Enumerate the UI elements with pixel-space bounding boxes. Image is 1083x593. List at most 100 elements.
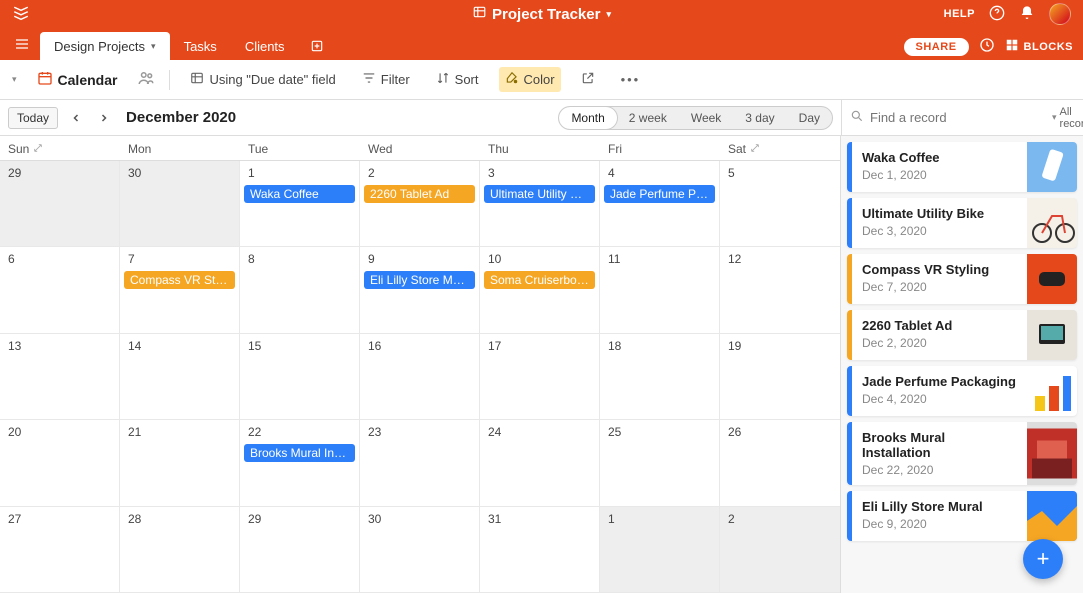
calendar-event[interactable]: 2260 Tablet Ad <box>364 185 475 203</box>
calendar-cell[interactable]: 10Soma Cruiserboard <box>480 247 600 333</box>
calendar-cell[interactable]: 17 <box>480 334 600 420</box>
range-option[interactable]: 3 day <box>733 107 786 129</box>
help-link[interactable]: HELP <box>944 8 975 20</box>
menu-icon[interactable] <box>10 32 34 56</box>
range-option[interactable]: Month <box>559 107 616 129</box>
calendar-cell[interactable]: 25 <box>600 420 720 506</box>
calendar-cell[interactable]: 27 <box>0 507 120 593</box>
calendar-cell[interactable]: 15 <box>240 334 360 420</box>
view-menu-caret-icon[interactable]: ▾ <box>12 74 17 85</box>
calendar-cell[interactable]: 3Ultimate Utility Bike <box>480 161 600 247</box>
calendar-cell[interactable]: 13 <box>0 334 120 420</box>
date-number: 8 <box>244 251 259 267</box>
calendar-event[interactable]: Waka Coffee <box>244 185 355 203</box>
calendar-event[interactable]: Eli Lilly Store Mural <box>364 271 475 289</box>
record-card[interactable]: Eli Lilly Store MuralDec 9, 2020 <box>847 491 1077 541</box>
record-title: Eli Lilly Store Mural <box>862 499 1017 514</box>
range-option[interactable]: Week <box>679 107 733 129</box>
date-number: 2 <box>724 511 739 527</box>
record-title: Ultimate Utility Bike <box>862 206 1017 221</box>
calendar-cell[interactable]: 28 <box>120 507 240 593</box>
find-record-input[interactable] <box>870 110 1046 125</box>
table-tab[interactable]: Tasks <box>170 32 231 60</box>
base-title[interactable]: Project Tracker <box>492 6 600 23</box>
calendar-cell[interactable]: 8 <box>240 247 360 333</box>
date-number: 11 <box>604 251 624 267</box>
calendar-cell[interactable]: 2 <box>720 507 840 593</box>
calendar-event[interactable]: Ultimate Utility Bike <box>484 185 595 203</box>
color-button[interactable]: Color <box>499 67 561 92</box>
add-table-button[interactable] <box>305 34 329 58</box>
record-card[interactable]: Waka CoffeeDec 1, 2020 <box>847 142 1077 192</box>
calendar-cell[interactable]: 5 <box>720 161 840 247</box>
all-records-dropdown[interactable]: ▾ All records <box>1052 106 1083 130</box>
notifications-icon[interactable] <box>1019 5 1035 24</box>
calendar-event[interactable]: Jade Perfume Pac… <box>604 185 715 203</box>
calendar-cell[interactable]: 18 <box>600 334 720 420</box>
filter-button[interactable]: Filter <box>356 67 416 92</box>
calendar-cell[interactable]: 1Waka Coffee <box>240 161 360 247</box>
calendar-cell[interactable]: 1 <box>600 507 720 593</box>
app-logo-icon[interactable] <box>12 4 32 24</box>
calendar-cell[interactable]: 16 <box>360 334 480 420</box>
calendar-cell[interactable]: 29 <box>0 161 120 247</box>
user-avatar[interactable] <box>1049 3 1071 25</box>
calendar-cell[interactable]: 21 <box>120 420 240 506</box>
record-thumbnail <box>1027 366 1077 416</box>
expand-icon[interactable] <box>33 142 43 156</box>
calendar-cell[interactable]: 19 <box>720 334 840 420</box>
table-tab[interactable]: Clients <box>231 32 299 60</box>
calendar-cell[interactable]: 30 <box>120 161 240 247</box>
record-card[interactable]: Ultimate Utility BikeDec 3, 2020 <box>847 198 1077 248</box>
table-tab[interactable]: Design Projects▾ <box>40 32 170 60</box>
prev-month-button[interactable] <box>66 108 86 128</box>
today-button[interactable]: Today <box>8 107 58 129</box>
add-record-fab[interactable]: + <box>1023 539 1063 579</box>
calendar-cell[interactable]: 20 <box>0 420 120 506</box>
day-header: Tue <box>240 136 360 160</box>
color-icon <box>505 71 519 88</box>
export-button[interactable] <box>575 67 601 92</box>
calendar-cell[interactable]: 9Eli Lilly Store Mural <box>360 247 480 333</box>
record-card[interactable]: Jade Perfume PackagingDec 4, 2020 <box>847 366 1077 416</box>
tab-caret-icon[interactable]: ▾ <box>151 41 156 52</box>
date-number: 21 <box>124 424 145 440</box>
calendar-cell[interactable]: 11 <box>600 247 720 333</box>
calendar-event[interactable]: Brooks Mural Inst… <box>244 444 355 462</box>
date-number: 23 <box>364 424 385 440</box>
calendar-cell[interactable]: 26 <box>720 420 840 506</box>
base-title-caret-icon[interactable]: ▾ <box>606 9 611 20</box>
calendar-cell[interactable]: 30 <box>360 507 480 593</box>
calendar-cell[interactable]: 23 <box>360 420 480 506</box>
calendar-event[interactable]: Compass VR Styli… <box>124 271 235 289</box>
record-title: Waka Coffee <box>862 150 1017 165</box>
calendar-cell[interactable]: 24 <box>480 420 600 506</box>
record-card[interactable]: Compass VR StylingDec 7, 2020 <box>847 254 1077 304</box>
calendar-cell[interactable]: 12 <box>720 247 840 333</box>
sort-button[interactable]: Sort <box>430 67 485 92</box>
calendar-cell[interactable]: 7Compass VR Styli… <box>120 247 240 333</box>
share-button[interactable]: SHARE <box>904 38 969 56</box>
calendar-cell[interactable]: 14 <box>120 334 240 420</box>
history-icon[interactable] <box>979 37 995 56</box>
calendar-cell[interactable]: 22Brooks Mural Inst… <box>240 420 360 506</box>
calendar-cell[interactable]: 4Jade Perfume Pac… <box>600 161 720 247</box>
record-card[interactable]: Brooks Mural InstallationDec 22, 2020 <box>847 422 1077 485</box>
more-button[interactable]: ••• <box>615 68 647 91</box>
calendar-event[interactable]: Soma Cruiserboard <box>484 271 595 289</box>
expand-icon[interactable] <box>750 142 760 156</box>
record-card[interactable]: 2260 Tablet AdDec 2, 2020 <box>847 310 1077 360</box>
next-month-button[interactable] <box>94 108 114 128</box>
range-option[interactable]: Day <box>787 107 832 129</box>
day-header: Fri <box>600 136 720 160</box>
calendar-cell[interactable]: 6 <box>0 247 120 333</box>
view-name-button[interactable]: Calendar <box>31 66 124 93</box>
help-icon[interactable] <box>989 5 1005 24</box>
range-option[interactable]: 2 week <box>617 107 679 129</box>
calendar-cell[interactable]: 22260 Tablet Ad <box>360 161 480 247</box>
calendar-cell[interactable]: 31 <box>480 507 600 593</box>
collaborators-icon[interactable] <box>137 69 155 90</box>
blocks-button[interactable]: BLOCKS <box>1005 38 1073 55</box>
using-field-button[interactable]: Using "Due date" field <box>184 67 341 92</box>
calendar-cell[interactable]: 29 <box>240 507 360 593</box>
